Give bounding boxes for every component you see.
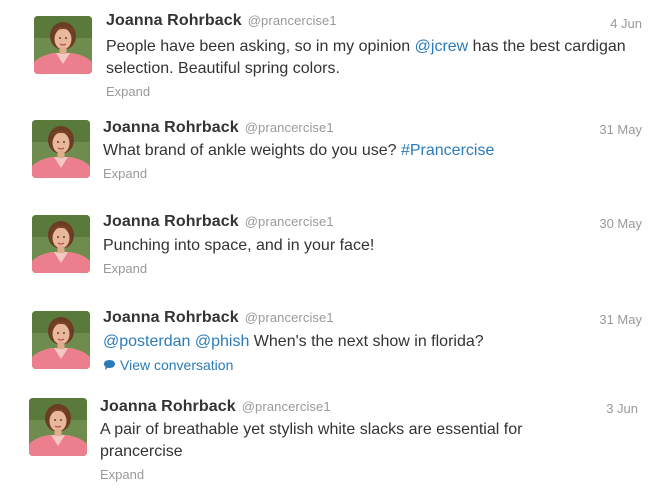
expand-link[interactable]: Expand: [103, 261, 147, 276]
tweet-text-segment: When's the next show in florida?: [249, 333, 484, 350]
author-name[interactable]: Joanna Rohrback @prancercise1: [106, 12, 337, 30]
tweet[interactable]: Joanna Rohrback @prancercise1 3 Jun A pai…: [0, 395, 669, 494]
tweet-text-segment: Punching into space, and in your face!: [103, 237, 375, 254]
author-name[interactable]: Joanna Rohrback @prancercise1: [103, 213, 334, 231]
author-handle[interactable]: @prancercise1: [245, 120, 334, 135]
author-name-text: Joanna Rohrback: [106, 12, 242, 29]
mention-link[interactable]: @jcrew: [415, 38, 469, 55]
author-name[interactable]: Joanna Rohrback @prancercise1: [103, 309, 334, 327]
author-name-text: Joanna Rohrback: [100, 398, 236, 415]
tweet-text: A pair of breathable yet stylish white s…: [100, 419, 600, 463]
tweet-timestamp[interactable]: 31 May: [599, 312, 642, 327]
author-name-text: Joanna Rohrback: [103, 119, 239, 136]
tweet[interactable]: Joanna Rohrback @prancercise1 4 Jun Peopl…: [0, 0, 669, 110]
tweet-text: @posterdan @phish When's the next show i…: [103, 331, 623, 353]
tweet-text: What brand of ankle weights do you use? …: [103, 140, 623, 162]
tweet[interactable]: Joanna Rohrback @prancercise1 31 May What…: [0, 110, 669, 205]
tweet-timestamp[interactable]: 4 Jun: [610, 16, 642, 31]
avatar[interactable]: [34, 16, 92, 74]
avatar[interactable]: [32, 215, 90, 273]
view-conversation-link[interactable]: View conversation: [103, 357, 233, 374]
author-name[interactable]: Joanna Rohrback @prancercise1: [103, 119, 334, 137]
expand-link[interactable]: Expand: [100, 467, 144, 482]
mention-link[interactable]: @posterdan: [103, 333, 190, 350]
tweet-text: Punching into space, and in your face!: [103, 235, 623, 257]
expand-link[interactable]: Expand: [103, 166, 147, 181]
avatar[interactable]: [32, 311, 90, 369]
hashtag-link[interactable]: #Prancercise: [401, 142, 494, 159]
mention-link[interactable]: @phish: [195, 333, 250, 350]
avatar[interactable]: [29, 398, 87, 456]
author-name-text: Joanna Rohrback: [103, 309, 239, 326]
expand-link[interactable]: Expand: [106, 84, 150, 99]
speech-bubble-icon: [103, 358, 116, 374]
tweet-feed: Joanna Rohrback @prancercise1 4 Jun Peopl…: [0, 0, 669, 494]
tweet[interactable]: Joanna Rohrback @prancercise1 31 May @pos…: [0, 300, 669, 395]
tweet-text-segment: A pair of breathable yet stylish white s…: [100, 421, 523, 460]
author-handle[interactable]: @prancercise1: [248, 13, 337, 28]
tweet-timestamp[interactable]: 30 May: [599, 216, 642, 231]
tweet-text-segment: What brand of ankle weights do you use?: [103, 142, 401, 159]
tweet-timestamp[interactable]: 31 May: [599, 122, 642, 137]
avatar[interactable]: [32, 120, 90, 178]
author-handle[interactable]: @prancercise1: [245, 214, 334, 229]
author-name[interactable]: Joanna Rohrback @prancercise1: [100, 398, 331, 416]
view-conversation-label: View conversation: [120, 357, 234, 373]
author-handle[interactable]: @prancercise1: [245, 310, 334, 325]
tweet[interactable]: Joanna Rohrback @prancercise1 30 May Punc…: [0, 205, 669, 300]
author-handle[interactable]: @prancercise1: [242, 399, 331, 414]
tweet-text: People have been asking, so in my opinio…: [106, 36, 626, 80]
tweet-text-segment: People have been asking, so in my opinio…: [106, 38, 415, 55]
author-name-text: Joanna Rohrback: [103, 213, 239, 230]
tweet-timestamp[interactable]: 3 Jun: [606, 401, 638, 416]
